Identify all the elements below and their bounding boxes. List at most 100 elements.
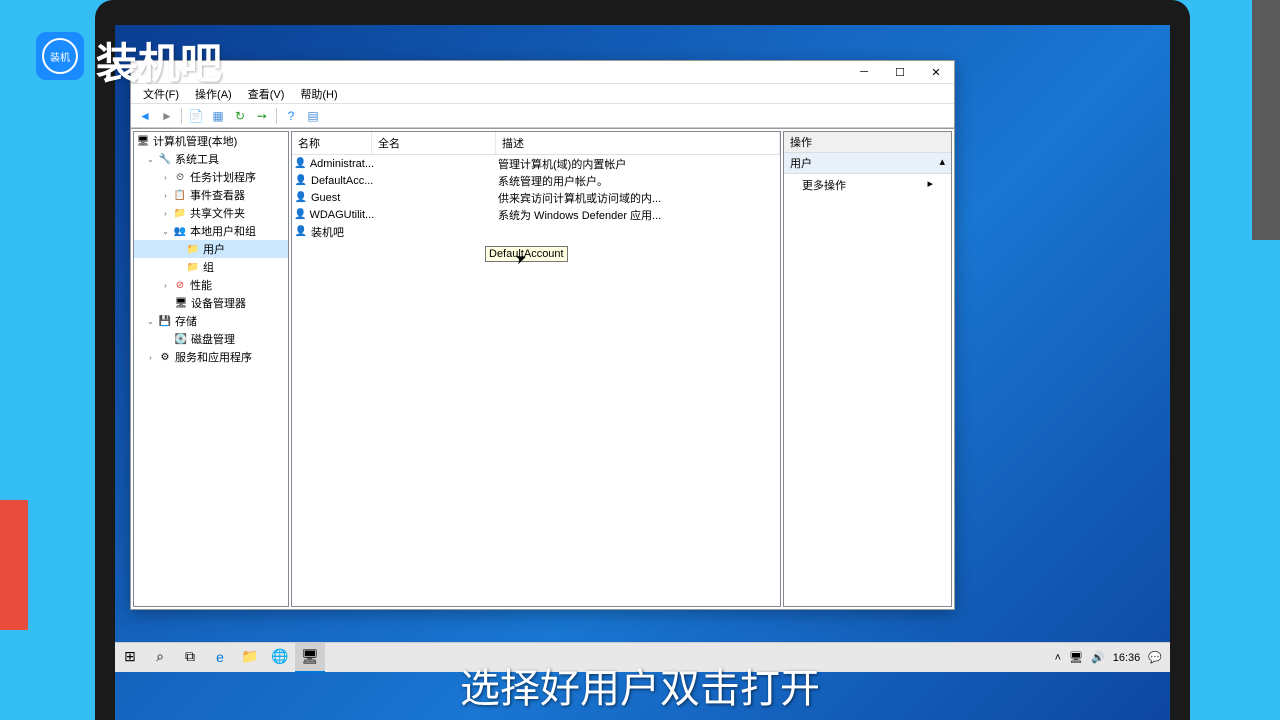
export-button[interactable]: ➙	[252, 106, 272, 126]
action-header: 操作	[784, 132, 951, 153]
event-icon: 📋	[173, 188, 187, 202]
expand-icon[interactable]: ›	[160, 190, 171, 201]
separator	[276, 108, 277, 124]
user-row[interactable]: 👤WDAGUtilit... 系统为 Windows Defender 应用...	[292, 206, 780, 223]
col-desc[interactable]: 描述	[496, 132, 780, 154]
tree-storage[interactable]: ⌄ 💾 存储	[134, 312, 288, 330]
user-name: 装机吧	[311, 224, 344, 240]
tree-perf[interactable]: › ⊘ 性能	[134, 276, 288, 294]
side-panel	[1252, 0, 1280, 240]
expand-icon[interactable]: ›	[160, 172, 171, 183]
clock-icon: ⏲	[173, 170, 187, 184]
logo-circle-icon: 装机	[42, 38, 78, 74]
tree-label: 用户	[203, 241, 225, 257]
tree-panel[interactable]: 🖥 计算机管理(本地) ⌄ 🔧 系统工具 › ⏲ 任务计划程序 ›	[133, 131, 289, 607]
user-desc: 系统为 Windows Defender 应用...	[498, 207, 778, 223]
computer-icon: 🖥	[136, 134, 150, 148]
tree-shared[interactable]: › 📁 共享文件夹	[134, 204, 288, 222]
col-full[interactable]: 全名	[372, 132, 496, 154]
folder-icon: 📁	[186, 260, 200, 274]
folder-icon: 📁	[186, 242, 200, 256]
tree-task[interactable]: › ⏲ 任务计划程序	[134, 168, 288, 186]
properties-button[interactable]: ▦	[208, 106, 228, 126]
tree-label: 设备管理器	[191, 295, 246, 311]
tree-devmgr[interactable]: 🖥 设备管理器	[134, 294, 288, 312]
refresh-button[interactable]: ↻	[230, 106, 250, 126]
user-desc: 管理计算机(域)的内置帐户	[498, 156, 778, 172]
tree-root[interactable]: 🖥 计算机管理(本地)	[134, 132, 288, 150]
close-button[interactable]: ✕	[918, 61, 954, 83]
perf-icon: ⊘	[173, 278, 187, 292]
tree-root-label: 计算机管理(本地)	[153, 133, 237, 149]
collapse-icon[interactable]: ⌄	[145, 154, 156, 165]
tree-event[interactable]: › 📋 事件查看器	[134, 186, 288, 204]
action-more[interactable]: 更多操作 ▸	[784, 174, 951, 196]
collapse-icon[interactable]: ⌄	[145, 316, 156, 327]
logo-text: 装机吧	[96, 30, 222, 91]
tree-label: 磁盘管理	[191, 331, 235, 347]
user-desc: 系统管理的用户帐户。	[498, 173, 778, 189]
collapse-icon[interactable]: ⌄	[160, 226, 171, 237]
menu-view[interactable]: 查看(V)	[240, 84, 293, 104]
user-icon: 👤	[294, 174, 308, 188]
user-row[interactable]: 👤DefaultAcc... 系统管理的用户帐户。	[292, 172, 780, 189]
menu-help[interactable]: 帮助(H)	[292, 84, 345, 104]
arrow-right-icon: ▸	[927, 177, 933, 193]
user-desc: 供来宾访问计算机或访问域的内...	[498, 190, 778, 206]
storage-icon: 💾	[158, 314, 172, 328]
col-name[interactable]: 名称	[292, 132, 372, 154]
disk-icon: 💽	[174, 332, 188, 346]
tree-groups[interactable]: 📁 组	[134, 258, 288, 276]
toolbar: ◄ ► 📄 ▦ ↻ ➙ ? ▤	[131, 104, 954, 128]
minimize-button[interactable]: ─	[846, 61, 882, 83]
desktop[interactable]: ─ ☐ ✕ 文件(F) 操作(A) 查看(V) 帮助(H) ◄ ► 📄 ▦ ↻ …	[115, 25, 1170, 720]
action-panel: 操作 用户 ▴ 更多操作 ▸	[783, 131, 952, 607]
user-name: Guest	[311, 192, 340, 204]
expand-icon[interactable]: ›	[160, 280, 171, 291]
up-button[interactable]: 📄	[186, 106, 206, 126]
user-icon: 👤	[294, 191, 308, 205]
menubar: 文件(F) 操作(A) 查看(V) 帮助(H)	[131, 84, 954, 104]
monitor-frame: ─ ☐ ✕ 文件(F) 操作(A) 查看(V) 帮助(H) ◄ ► 📄 ▦ ↻ …	[95, 0, 1190, 720]
tree-label: 任务计划程序	[190, 169, 256, 185]
tree-services[interactable]: › ⚙ 服务和应用程序	[134, 348, 288, 366]
services-icon: ⚙	[158, 350, 172, 364]
computer-management-window: ─ ☐ ✕ 文件(F) 操作(A) 查看(V) 帮助(H) ◄ ► 📄 ▦ ↻ …	[130, 60, 955, 610]
tools-icon: 🔧	[158, 152, 172, 166]
tree-label: 存储	[175, 313, 197, 329]
user-row[interactable]: 👤Administrat... 管理计算机(域)的内置帐户	[292, 155, 780, 172]
separator	[181, 108, 182, 124]
subtitle-caption: 选择好用户双击打开	[0, 650, 1280, 720]
maximize-button[interactable]: ☐	[882, 61, 918, 83]
tree-diskmgr[interactable]: 💽 磁盘管理	[134, 330, 288, 348]
users-icon: 👥	[173, 224, 187, 238]
device-icon: 🖥	[174, 296, 188, 310]
user-row[interactable]: 👤装机吧	[292, 223, 780, 240]
expand-icon[interactable]: ›	[145, 352, 156, 363]
user-row[interactable]: 👤Guest 供来宾访问计算机或访问域的内...	[292, 189, 780, 206]
shared-folder-icon: 📁	[173, 206, 187, 220]
tree-systools[interactable]: ⌄ 🔧 系统工具	[134, 150, 288, 168]
tree-label: 本地用户和组	[190, 223, 256, 239]
show-hide-button[interactable]: ▤	[303, 106, 323, 126]
expand-icon[interactable]: ›	[160, 208, 171, 219]
mmc-body: 🖥 计算机管理(本地) ⌄ 🔧 系统工具 › ⏲ 任务计划程序 ›	[131, 128, 954, 609]
user-icon: 👤	[294, 157, 307, 171]
help-button[interactable]: ?	[281, 106, 301, 126]
forward-button[interactable]: ►	[157, 106, 177, 126]
tree-localusers[interactable]: ⌄ 👥 本地用户和组	[134, 222, 288, 240]
back-button[interactable]: ◄	[135, 106, 155, 126]
user-icon: 👤	[294, 208, 306, 222]
user-name: Administrat...	[310, 158, 374, 170]
user-icon: 👤	[294, 225, 308, 239]
tree-label: 组	[203, 259, 214, 275]
titlebar[interactable]: ─ ☐ ✕	[131, 61, 954, 84]
user-list-panel[interactable]: 名称 全名 描述 👤Administrat...管理计算机(域)的内置帐户👤De…	[291, 131, 781, 607]
user-name: WDAGUtilit...	[309, 209, 374, 221]
user-name: DefaultAcc...	[311, 175, 373, 187]
tree-users[interactable]: 📁 用户	[134, 240, 288, 258]
logo-badge: 装机	[36, 32, 84, 80]
tree-label: 共享文件夹	[190, 205, 245, 221]
action-section-users[interactable]: 用户 ▴	[784, 153, 951, 174]
tree-label: 服务和应用程序	[175, 349, 252, 365]
